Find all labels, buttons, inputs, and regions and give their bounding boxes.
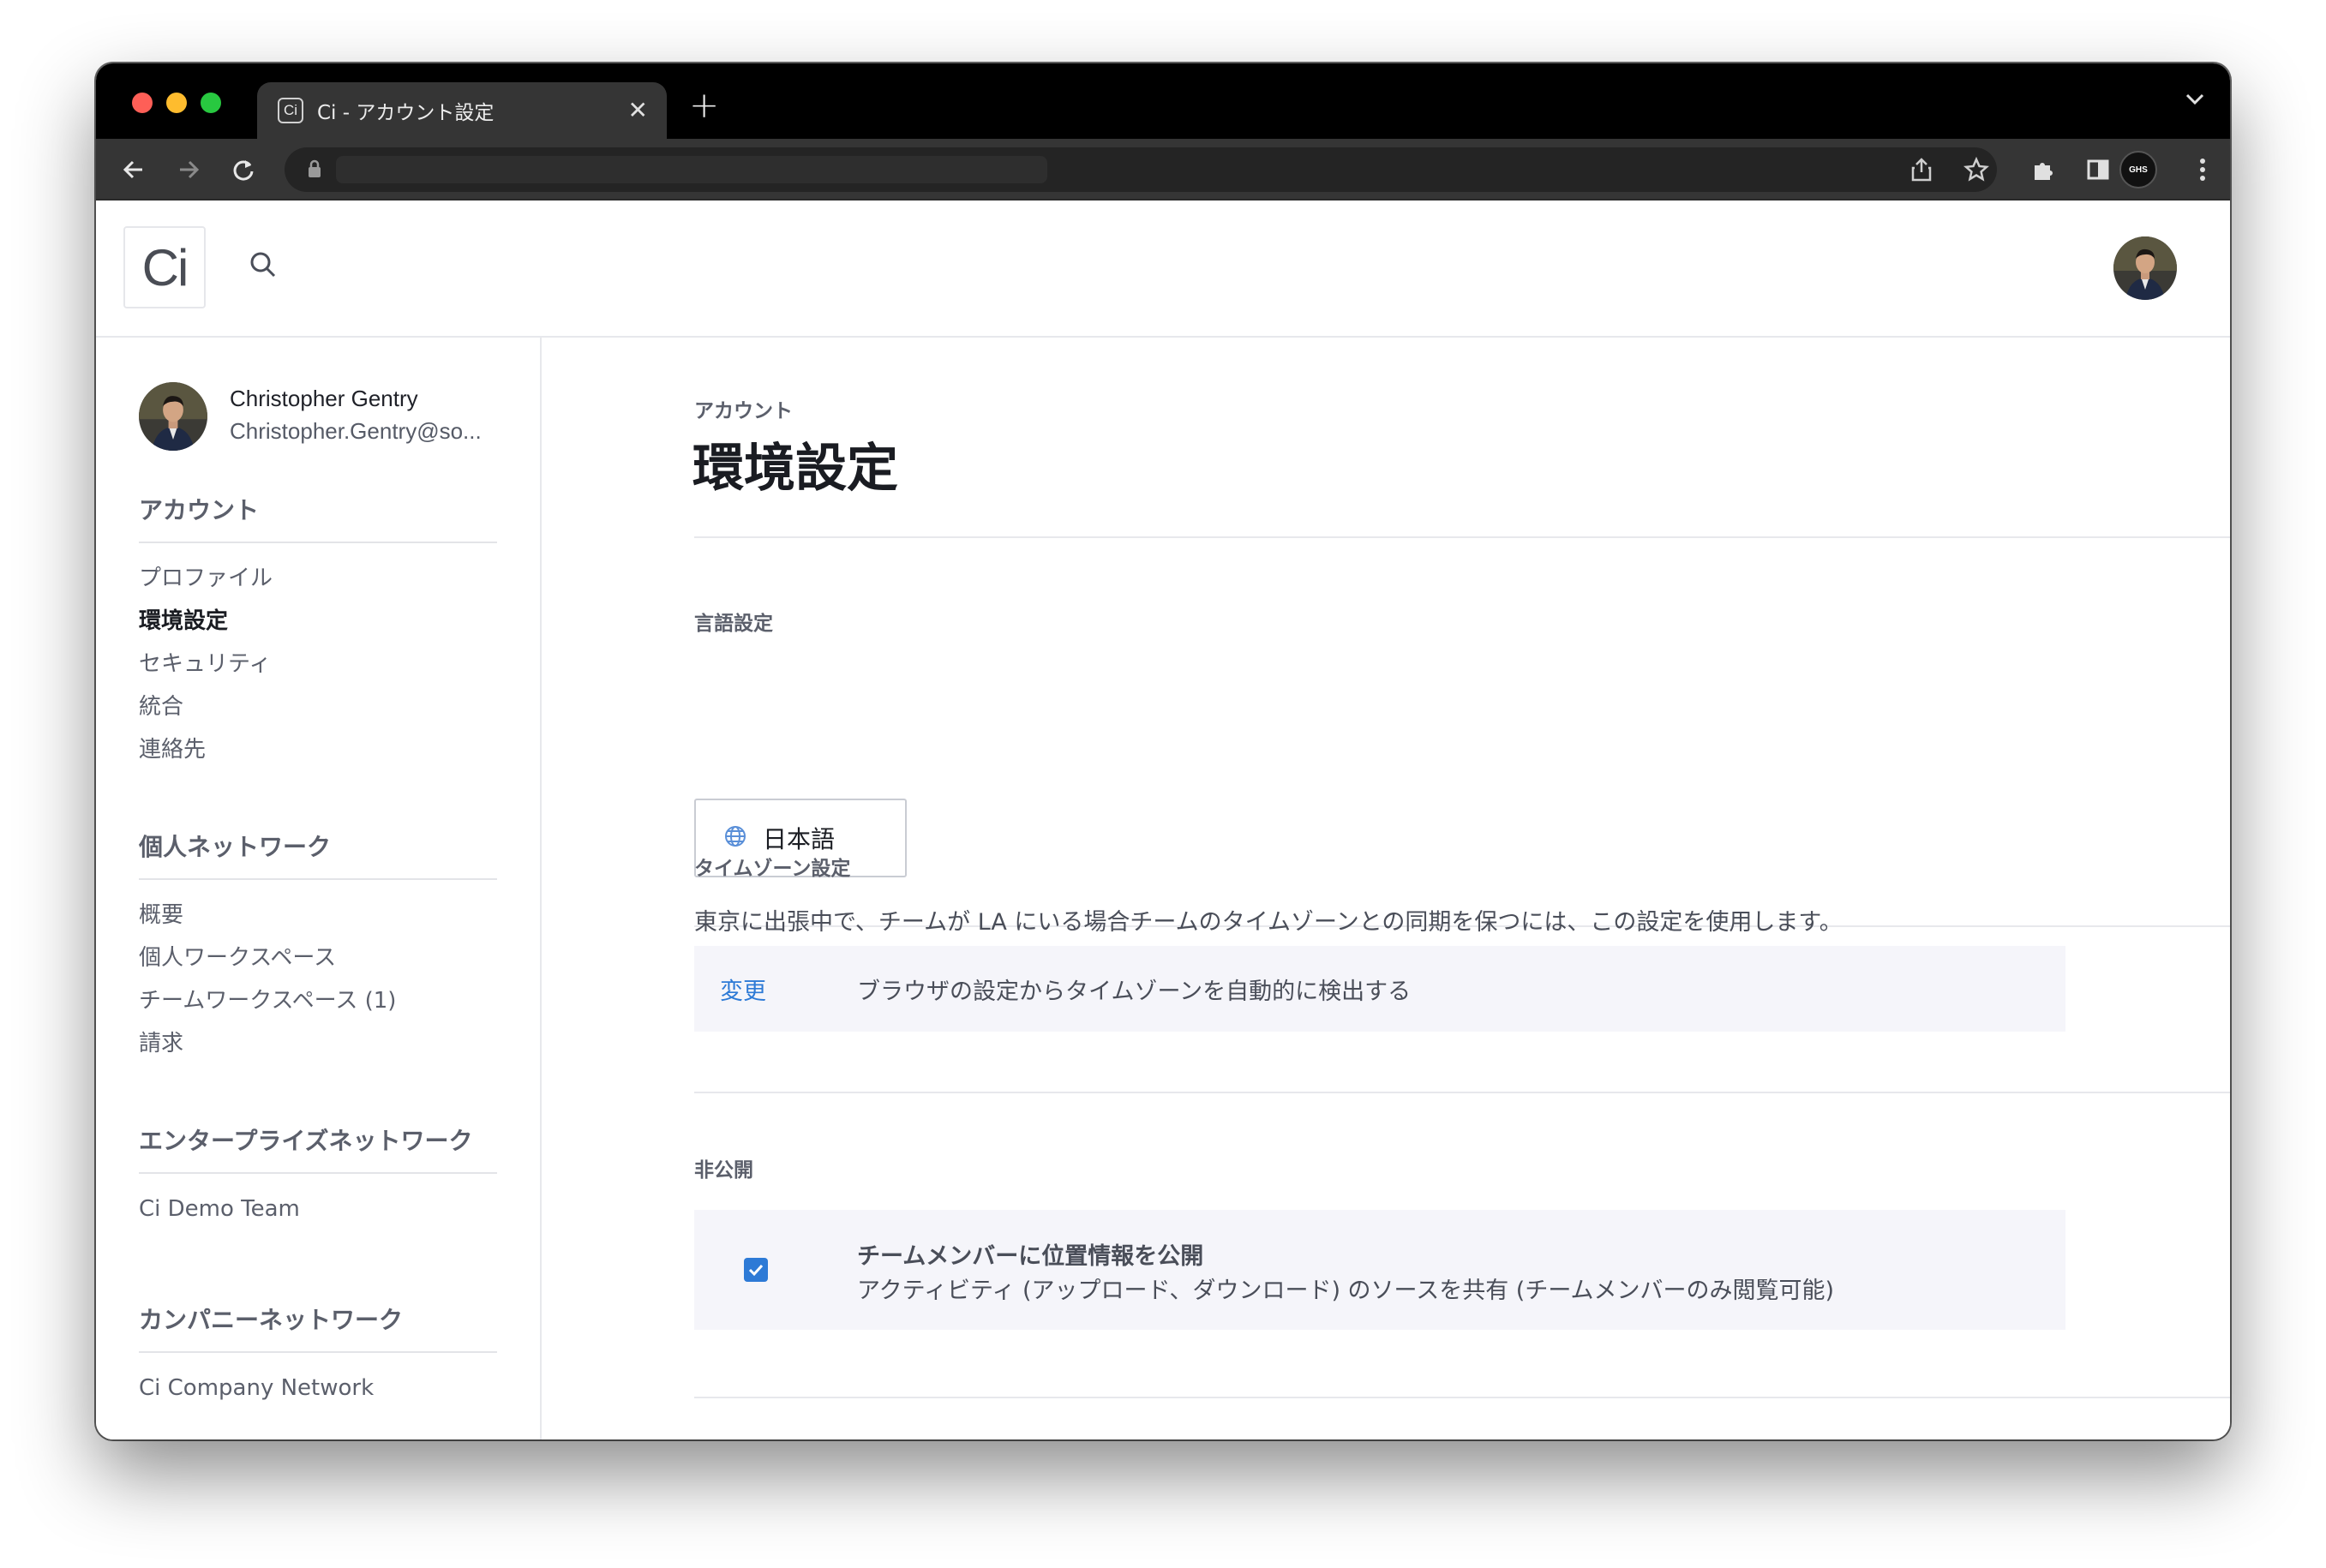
nav-heading: 個人ネットワーク bbox=[139, 829, 497, 880]
forward-arrow-icon[interactable] bbox=[173, 154, 204, 185]
sidebar-item-billing[interactable]: 請求 bbox=[139, 1022, 497, 1065]
privacy-option-title: チームメンバーに位置情報を公開 bbox=[857, 1243, 1204, 1270]
timezone-panel: 変更 ブラウザの設定からタイムゾーンを自動的に検出する bbox=[694, 946, 2065, 1032]
tab-close-icon[interactable]: ✕ bbox=[628, 99, 648, 123]
app-logo[interactable]: Ci bbox=[123, 226, 206, 308]
language-value: 日本語 bbox=[763, 825, 836, 853]
timezone-section-label: タイムゾーン設定 bbox=[694, 858, 851, 880]
tab-search-chevron-icon[interactable] bbox=[2185, 93, 2204, 109]
nav-heading: アカウント bbox=[139, 492, 497, 543]
sidebar-item-preferences[interactable]: 環境設定 bbox=[139, 600, 497, 643]
reload-icon[interactable] bbox=[228, 154, 259, 185]
nav-section-personal-network: 個人ネットワーク 概要 個人ワークスペース チームワークスペース (1) 請求 bbox=[139, 829, 497, 1065]
divider bbox=[694, 536, 2230, 538]
sidebar-item-contacts[interactable]: 連絡先 bbox=[139, 728, 497, 771]
sidebar-item-security[interactable]: セキュリティ bbox=[139, 643, 497, 685]
minimize-window-button[interactable] bbox=[166, 93, 187, 113]
back-arrow-icon[interactable] bbox=[118, 154, 149, 185]
maximize-window-button[interactable] bbox=[201, 93, 221, 113]
sidebar-item-overview[interactable]: 概要 bbox=[139, 894, 497, 937]
divider bbox=[694, 1092, 2230, 1093]
sidebar-item-ci-demo-team[interactable]: Ci Demo Team bbox=[139, 1188, 497, 1230]
browser-toolbar: GHS bbox=[96, 139, 2230, 200]
close-window-button[interactable] bbox=[132, 93, 153, 113]
sidebar: Christopher Gentry Christopher.Gentry@so… bbox=[96, 338, 542, 1439]
sidebar-item-profile[interactable]: プロファイル bbox=[139, 557, 497, 600]
share-icon[interactable] bbox=[1906, 154, 1937, 185]
timezone-auto-detect-text: ブラウザの設定からタイムゾーンを自動的に検出する bbox=[857, 978, 1412, 1005]
sidebar-item-personal-workspace[interactable]: 個人ワークスペース bbox=[139, 937, 497, 979]
search-icon[interactable] bbox=[249, 250, 278, 283]
privacy-panel: チームメンバーに位置情報を公開 アクティビティ (アップロード、ダウンロード) … bbox=[694, 1210, 2065, 1330]
app-root: Ci Christopher Gentry Christopher.Gentry… bbox=[96, 200, 2230, 1439]
main-content: アカウント 環境設定 言語設定 日本語 タイムゾーン設定 東京に出張中で、チーム… bbox=[542, 338, 2230, 1439]
user-name: Christopher Gentry bbox=[230, 386, 418, 411]
more-menu-icon[interactable] bbox=[2187, 154, 2218, 185]
user-avatar-button[interactable] bbox=[2113, 236, 2177, 300]
sidebar-item-team-workspace[interactable]: チームワークスペース (1) bbox=[139, 979, 497, 1022]
url-text bbox=[336, 156, 1047, 183]
bookmark-star-icon[interactable] bbox=[1961, 154, 1992, 185]
user-email: Christopher.Gentry@so... bbox=[230, 418, 482, 444]
new-tab-button[interactable]: + bbox=[689, 87, 719, 123]
lock-icon bbox=[307, 159, 322, 182]
privacy-option-description: アクティビティ (アップロード、ダウンロード) のソースを共有 (チームメンバー… bbox=[857, 1278, 1835, 1304]
ci-logo-icon: Ci bbox=[141, 238, 189, 296]
sidebar-user-card[interactable]: Christopher Gentry Christopher.Gentry@so… bbox=[139, 380, 516, 452]
timezone-change-link[interactable]: 変更 bbox=[720, 973, 857, 1006]
nav-section-company-network: カンパニーネットワーク Ci Company Network bbox=[139, 1302, 497, 1409]
address-bar[interactable] bbox=[285, 147, 1997, 192]
globe-icon bbox=[723, 824, 747, 852]
browser-window: Ci Ci - アカウント設定 ✕ + GHS Ci Christopher G… bbox=[96, 63, 2230, 1439]
nav-heading: カンパニーネットワーク bbox=[139, 1302, 497, 1353]
nav-section-enterprise-network: エンタープライズネットワーク Ci Demo Team bbox=[139, 1122, 497, 1230]
nav-heading: エンタープライズネットワーク bbox=[139, 1122, 497, 1174]
privacy-section-label: 非公開 bbox=[694, 1159, 753, 1182]
nav-section-account: アカウント プロファイル 環境設定 セキュリティ 統合 連絡先 bbox=[139, 492, 497, 771]
sidebar-item-integrations[interactable]: 統合 bbox=[139, 685, 497, 728]
side-panel-icon[interactable] bbox=[2083, 154, 2113, 185]
app-header: Ci bbox=[96, 200, 2230, 338]
timezone-description: 東京に出張中で、チームが LA にいる場合チームのタイムゾーンとの同期を保つには… bbox=[694, 909, 1843, 936]
tab-favicon-icon: Ci bbox=[278, 98, 303, 123]
extensions-puzzle-icon[interactable] bbox=[2028, 154, 2059, 185]
page-title: 環境設定 bbox=[692, 439, 898, 499]
sidebar-item-ci-company-network[interactable]: Ci Company Network bbox=[139, 1367, 497, 1409]
avatar bbox=[139, 382, 207, 451]
share-location-checkbox[interactable] bbox=[744, 1258, 768, 1282]
browser-titlebar: Ci Ci - アカウント設定 ✕ + bbox=[96, 63, 2230, 139]
divider bbox=[694, 1397, 2230, 1398]
tab-title: Ci - アカウント設定 bbox=[317, 102, 495, 124]
breadcrumb: アカウント bbox=[694, 400, 793, 422]
browser-tab[interactable]: Ci Ci - アカウント設定 ✕ bbox=[257, 82, 667, 139]
language-section-label: 言語設定 bbox=[694, 613, 773, 635]
browser-profile-avatar[interactable]: GHS bbox=[2119, 151, 2157, 189]
